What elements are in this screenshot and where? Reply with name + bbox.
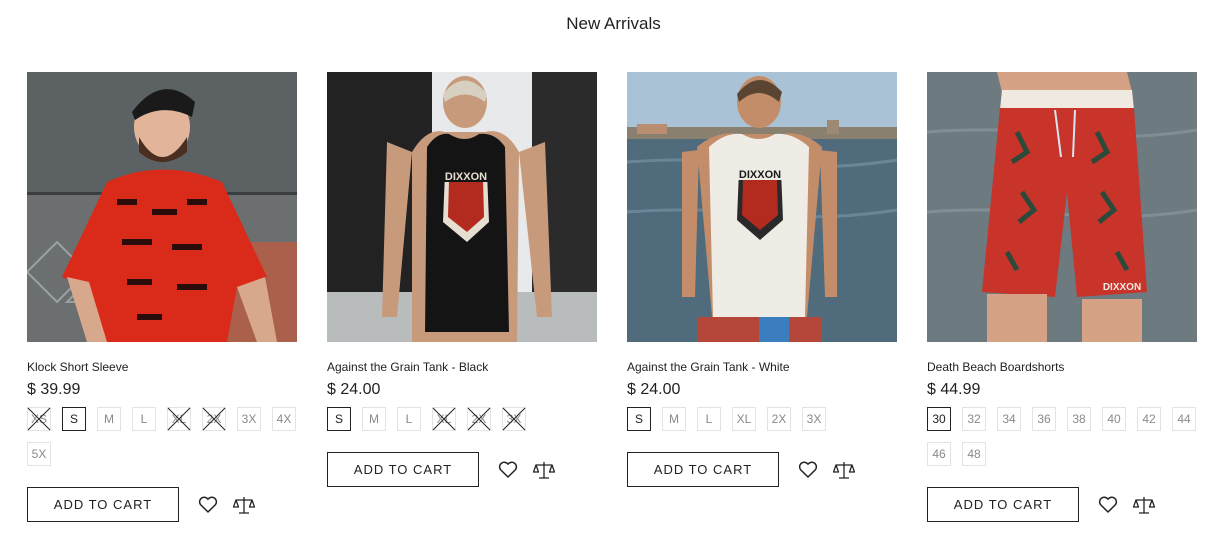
product-image[interactable]: DIXXON: [327, 72, 597, 342]
section-title: New Arrivals: [566, 14, 661, 33]
heart-icon[interactable]: [797, 459, 819, 481]
size-option[interactable]: 38: [1067, 407, 1091, 431]
size-option[interactable]: XL: [732, 407, 756, 431]
product-card: DIXXON Against the Grain Tank - Black $ …: [327, 72, 597, 487]
size-option[interactable]: XL: [167, 407, 191, 431]
size-option[interactable]: 3X: [237, 407, 261, 431]
size-option[interactable]: 2X: [767, 407, 791, 431]
size-option[interactable]: M: [362, 407, 386, 431]
product-actions: ADD TO CART: [327, 452, 597, 487]
size-option[interactable]: 2X: [202, 407, 226, 431]
brand-print: DIXXON: [1103, 282, 1141, 293]
product-card: Klock Short Sleeve $ 39.99 XS S M L XL 2…: [27, 72, 297, 522]
product-image[interactable]: DIXXON: [927, 72, 1197, 342]
size-option[interactable]: 36: [1032, 407, 1056, 431]
add-to-cart-button[interactable]: ADD TO CART: [927, 487, 1079, 522]
size-option[interactable]: XL: [432, 407, 456, 431]
size-option[interactable]: S: [62, 407, 86, 431]
heart-icon[interactable]: [497, 459, 519, 481]
size-option[interactable]: 44: [1172, 407, 1196, 431]
size-option[interactable]: M: [662, 407, 686, 431]
add-to-cart-button[interactable]: ADD TO CART: [27, 487, 179, 522]
product-price: $ 24.00: [327, 381, 381, 398]
add-to-cart-button[interactable]: ADD TO CART: [327, 452, 479, 487]
size-option[interactable]: 48: [962, 442, 986, 466]
product-price: $ 44.99: [927, 381, 981, 398]
product-card: DIXXON Against the Grain Tank - White $ …: [627, 72, 897, 487]
product-image[interactable]: DIXXON: [627, 72, 897, 342]
scale-icon[interactable]: [533, 459, 555, 481]
scale-icon[interactable]: [1133, 494, 1155, 516]
product-name[interactable]: Against the Grain Tank - White: [627, 360, 897, 374]
size-option[interactable]: L: [697, 407, 721, 431]
size-option[interactable]: 2X: [467, 407, 491, 431]
product-price: $ 39.99: [27, 381, 81, 398]
size-options: XS S M L XL 2X 3X 4X 5X: [27, 407, 307, 477]
size-option[interactable]: 4X: [272, 407, 296, 431]
scale-icon[interactable]: [833, 459, 855, 481]
add-to-cart-button[interactable]: ADD TO CART: [627, 452, 779, 487]
product-actions: ADD TO CART: [927, 487, 1197, 522]
product-card: DIXXON Death Beach Boardshorts $ 44.99 3…: [927, 72, 1197, 522]
size-option[interactable]: 32: [962, 407, 986, 431]
size-option[interactable]: 3X: [802, 407, 826, 431]
product-price: $ 24.00: [627, 381, 681, 398]
size-option[interactable]: S: [327, 407, 351, 431]
size-option[interactable]: 30: [927, 407, 951, 431]
size-option[interactable]: 34: [997, 407, 1021, 431]
size-options: S M L XL 2X 3X: [627, 407, 907, 442]
product-image[interactable]: [27, 72, 297, 342]
size-option[interactable]: 40: [1102, 407, 1126, 431]
product-actions: ADD TO CART: [27, 487, 297, 522]
product-actions: ADD TO CART: [627, 452, 897, 487]
size-option[interactable]: 3X: [502, 407, 526, 431]
brand-print: DIXXON: [739, 169, 781, 181]
size-options: 30 32 34 36 38 40 42 44 46 48: [927, 407, 1207, 477]
brand-print: DIXXON: [445, 171, 487, 183]
heart-icon[interactable]: [1097, 494, 1119, 516]
size-option[interactable]: 5X: [27, 442, 51, 466]
product-name[interactable]: Death Beach Boardshorts: [927, 360, 1197, 374]
heart-icon[interactable]: [197, 494, 219, 516]
size-option[interactable]: 46: [927, 442, 951, 466]
size-option[interactable]: XS: [27, 407, 51, 431]
scale-icon[interactable]: [233, 494, 255, 516]
size-option[interactable]: S: [627, 407, 651, 431]
size-options: S M L XL 2X 3X: [327, 407, 607, 442]
product-name[interactable]: Against the Grain Tank - Black: [327, 360, 597, 374]
size-option[interactable]: M: [97, 407, 121, 431]
product-name[interactable]: Klock Short Sleeve: [27, 360, 297, 374]
size-option[interactable]: 42: [1137, 407, 1161, 431]
size-option[interactable]: L: [132, 407, 156, 431]
size-option[interactable]: L: [397, 407, 421, 431]
